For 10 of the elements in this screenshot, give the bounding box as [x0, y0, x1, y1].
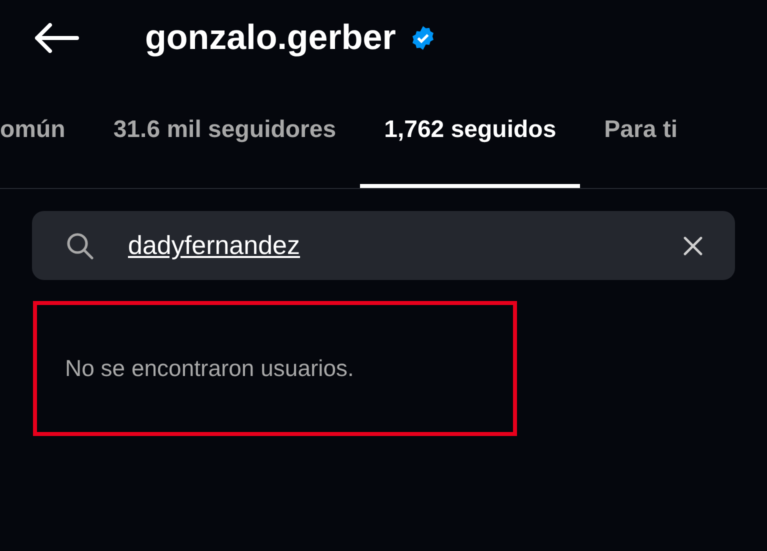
tab[interactable]: Para ti	[580, 76, 702, 188]
tab[interactable]: 31.6 mil seguidores	[89, 76, 360, 188]
search-icon	[65, 230, 95, 260]
no-results-message: No se encontraron usuarios.	[65, 355, 354, 382]
search-field[interactable]: dadyfernandez	[32, 211, 735, 280]
profile-username: gonzalo.gerber	[145, 18, 396, 58]
clear-icon[interactable]	[683, 236, 703, 256]
tab[interactable]: omún	[0, 76, 90, 188]
back-arrow-icon[interactable]	[33, 23, 79, 53]
tab[interactable]: 1,762 seguidos	[360, 76, 580, 188]
